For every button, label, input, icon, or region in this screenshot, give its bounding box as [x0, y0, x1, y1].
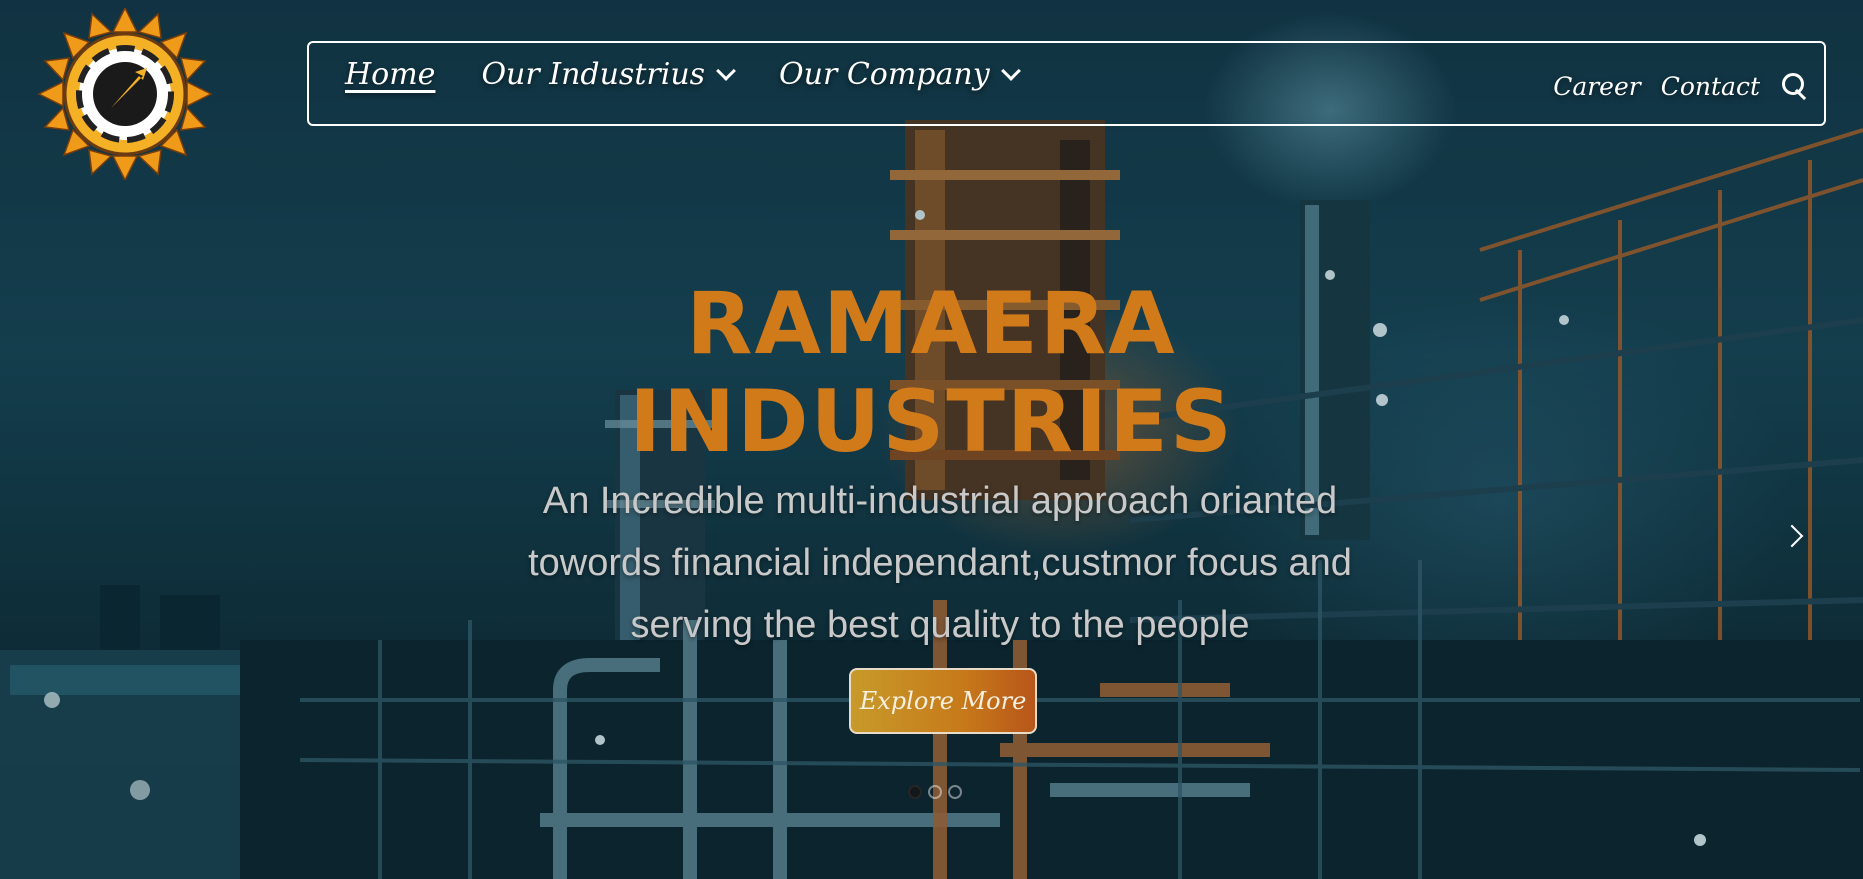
nav-item-our-industrius[interactable]: Our Industrius: [481, 57, 736, 92]
nav-link-career[interactable]: Career: [1553, 72, 1641, 101]
nav-link-contact[interactable]: Contact: [1661, 72, 1760, 101]
nav-primary-links: Home Our Industrius Our Company: [345, 57, 1021, 92]
chevron-down-icon: [716, 60, 736, 81]
nav-item-our-industrius-label: Our Industrius: [481, 57, 706, 92]
carousel-dot-1[interactable]: [908, 785, 922, 799]
company-logo[interactable]: [36, 6, 214, 182]
carousel-dot-3[interactable]: [948, 785, 962, 799]
nav-item-our-company-label: Our Company: [779, 57, 990, 92]
chevron-down-icon: [1000, 60, 1021, 81]
nav-item-home-label: Home: [345, 57, 436, 92]
hero-title: RAMAERA INDUSTRIES: [0, 275, 1863, 471]
sun-gear-logo-icon: [37, 6, 213, 182]
nav-item-home[interactable]: Home: [345, 57, 435, 92]
explore-more-button[interactable]: Explore More: [849, 668, 1037, 734]
search-icon[interactable]: [1780, 71, 1810, 101]
hero-title-line1: RAMAERA: [686, 274, 1177, 374]
carousel-dot-2[interactable]: [928, 785, 942, 799]
main-navbar: Home Our Industrius Our Company Career C…: [307, 41, 1826, 126]
carousel-indicators: [908, 785, 962, 799]
hero-title-line2: INDUSTRIES: [629, 372, 1234, 472]
carousel-next-icon[interactable]: [1782, 522, 1812, 552]
hero-subtitle: An Incredible multi-industrial approach …: [528, 480, 1352, 646]
nav-item-our-company[interactable]: Our Company: [779, 57, 1021, 92]
nav-secondary-links: Career Contact: [1553, 71, 1810, 101]
